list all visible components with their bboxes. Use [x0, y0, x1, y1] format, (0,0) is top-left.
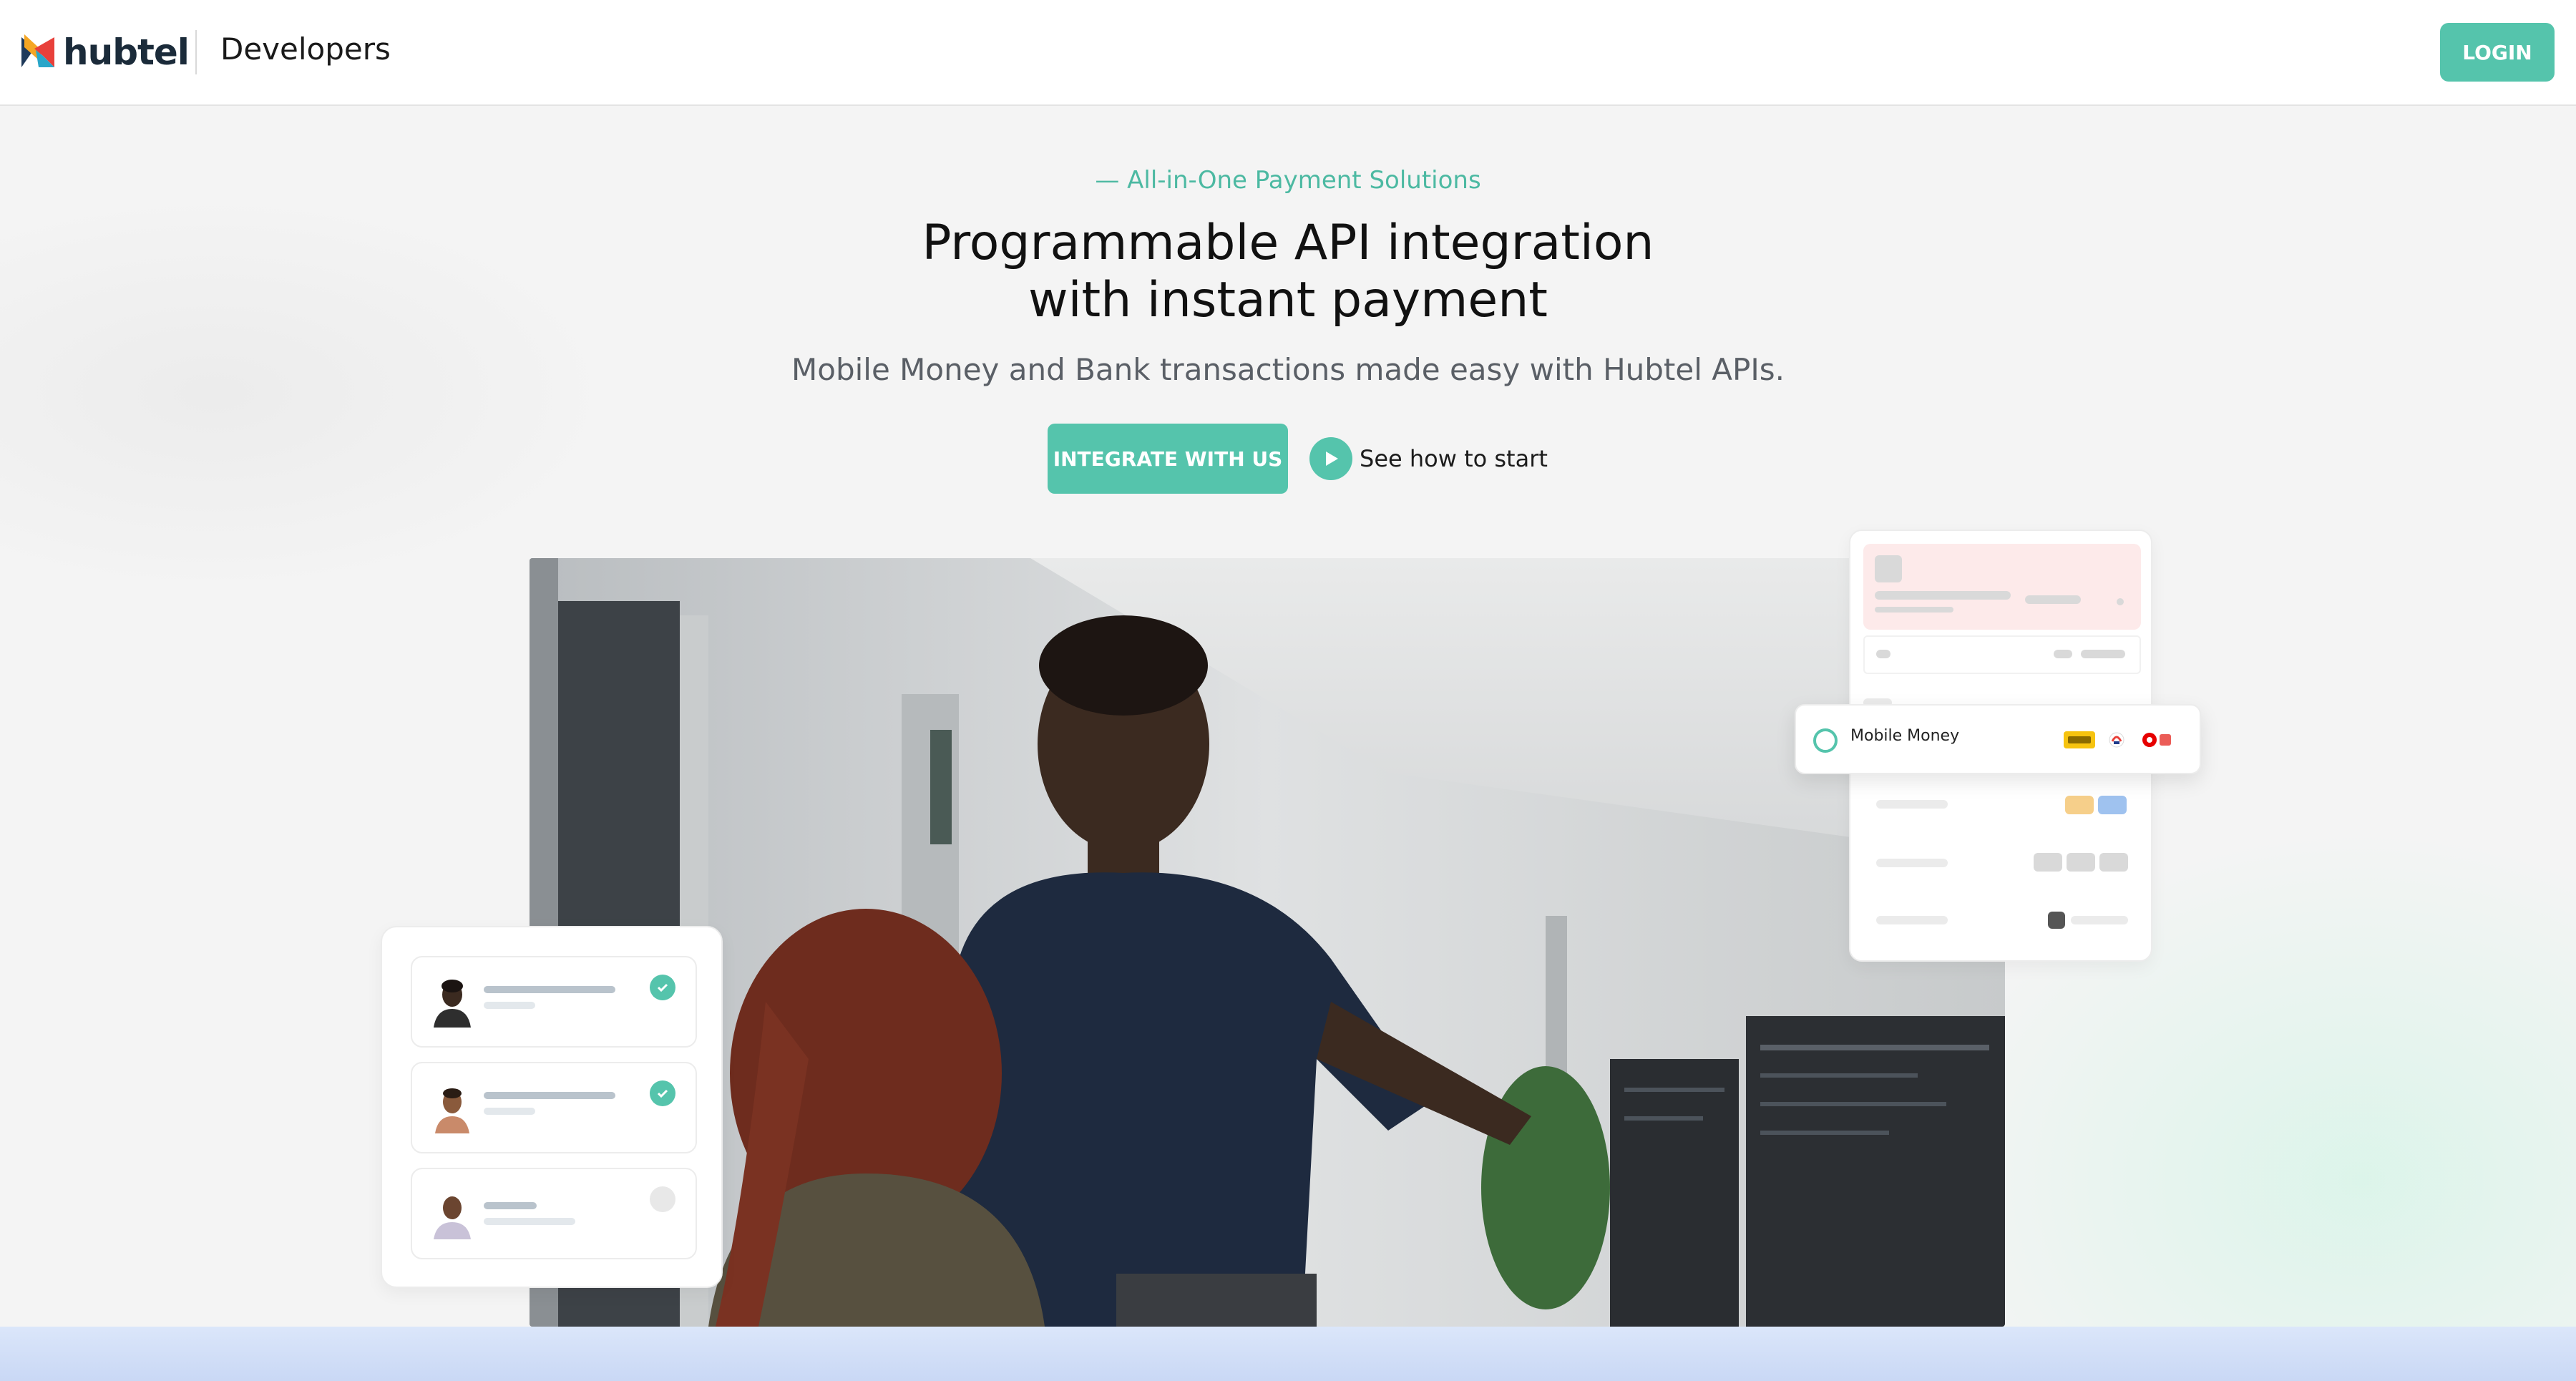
user-row — [411, 956, 697, 1048]
hubtel-logo[interactable]: hubtel — [21, 30, 190, 74]
placeholder-block — [1876, 916, 1948, 924]
bank-placeholder — [2099, 853, 2128, 872]
vodafone-icon — [2142, 733, 2171, 747]
user-row — [411, 1168, 697, 1259]
placeholder-block — [2054, 650, 2072, 658]
placeholder-block — [1875, 555, 1902, 582]
radio-button[interactable] — [1813, 728, 1838, 753]
check-icon — [650, 1080, 675, 1106]
hubtel-logo-icon — [21, 34, 54, 67]
section-title[interactable]: Developers — [220, 31, 391, 67]
pending-icon — [650, 1186, 675, 1212]
user-name-placeholder — [484, 1202, 537, 1209]
user-name-placeholder — [484, 986, 615, 993]
hero-eyebrow: — All-in-One Payment Solutions — [1095, 166, 1481, 195]
see-how-to-start-link[interactable]: See how to start — [1309, 436, 1548, 481]
site-header: hubtel Developers LOGIN — [0, 0, 2576, 106]
headline-line-1: Programmable API integration — [922, 215, 1654, 271]
logo-wordmark: hubtel — [63, 31, 190, 73]
play-icon — [1309, 437, 1352, 480]
payment-summary-placeholder — [1863, 544, 2141, 630]
see-how-to-start-label: See how to start — [1360, 445, 1548, 472]
user-name-placeholder — [484, 1092, 615, 1099]
placeholder-block — [1875, 607, 1953, 613]
hero-subtitle: Mobile Money and Bank transactions made … — [791, 352, 1785, 387]
check-icon — [650, 975, 675, 1000]
placeholder-block — [1875, 591, 2011, 600]
login-button[interactable]: LOGIN — [2440, 23, 2555, 82]
user-detail-placeholder — [484, 1108, 535, 1115]
placeholder-block — [2025, 595, 2081, 604]
placeholder-block — [2071, 916, 2128, 924]
placeholder-block — [2048, 912, 2065, 929]
verified-users-card — [381, 926, 723, 1288]
next-section-preview — [0, 1327, 2576, 1381]
bank-placeholder — [2034, 853, 2062, 872]
hero-office-photo — [530, 558, 2005, 1327]
user-detail-placeholder — [484, 1218, 575, 1225]
user-detail-placeholder — [484, 1002, 535, 1009]
header-divider — [195, 30, 197, 74]
placeholder-block — [2117, 598, 2124, 605]
mtn-icon — [2064, 731, 2095, 748]
placeholder-block — [1876, 650, 1890, 658]
airteltigo-icon — [2109, 732, 2124, 748]
mobile-money-option[interactable]: Mobile Money — [1795, 704, 2201, 774]
hero-headline: Programmable API integration with instan… — [0, 215, 2576, 329]
avatar — [434, 980, 471, 1028]
placeholder-block — [1876, 859, 1948, 867]
headline-line-2: with instant payment — [1028, 272, 1548, 328]
avatar — [434, 1196, 471, 1239]
bank-placeholder — [2067, 853, 2095, 872]
mobile-money-label: Mobile Money — [1850, 727, 1960, 745]
card-brand-placeholder — [2098, 796, 2127, 814]
placeholder-block — [1876, 800, 1948, 809]
card-brand-placeholder — [2065, 796, 2094, 814]
avatar — [435, 1088, 469, 1133]
integrate-with-us-button[interactable]: INTEGRATE WITH US — [1048, 424, 1288, 494]
user-row — [411, 1062, 697, 1153]
placeholder-block — [2081, 650, 2125, 658]
